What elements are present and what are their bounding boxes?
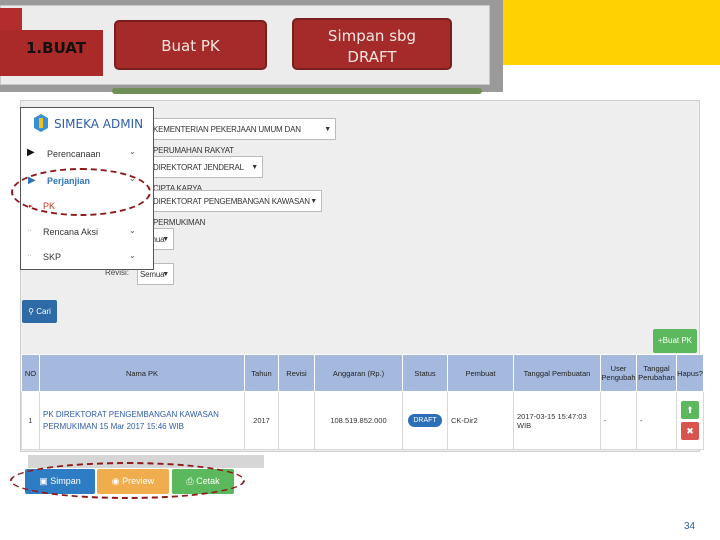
cari-button-label: Cari <box>36 307 51 316</box>
col-header-revisi: Revisi <box>278 354 315 392</box>
trash-icon[interactable]: ✖ <box>681 422 699 440</box>
step-label: 1.BUAT <box>0 30 103 76</box>
caret-down-icon: ▼ <box>251 164 258 171</box>
cell-tahun: 2017 <box>244 391 279 450</box>
cell-nama-pk: PK DIREKTORAT PENGEMBANGAN KAWASAN PERMU… <box>39 391 245 450</box>
caret-down-icon: ▼ <box>310 198 317 205</box>
buat-pk-button-label: Buat PK <box>662 336 693 345</box>
yellow-accent-box <box>503 0 720 65</box>
cell-actions: ⬆ ✖ <box>676 391 704 450</box>
cell-pembuat: CK-Dir2 <box>447 391 514 450</box>
chevron-down-icon: ⌄ <box>129 226 136 235</box>
highlight-oval-buttons <box>10 462 245 499</box>
col-header-tahun: Tahun <box>244 354 279 392</box>
cell-status: DRAFT <box>402 391 448 450</box>
cell-tanggal-perubahan: - <box>636 391 677 450</box>
caret-down-icon: ▼ <box>162 236 169 243</box>
submenu-dot-icon: ·· <box>27 227 32 234</box>
cell-anggaran: 108.519.852.000 <box>314 391 403 450</box>
app-title: SIMEKA ADMIN <box>54 117 144 131</box>
table-header-row: NO Nama PK Tahun Revisi Anggaran (Rp.) S… <box>21 354 704 392</box>
direktorat-select[interactable]: DIREKTORAT PENGEMBANGAN KAWASAN PERMUKIM… <box>150 190 322 227</box>
simpan-draft-line2: DRAFT <box>347 48 397 66</box>
step-label-text: 1.BUAT <box>26 39 86 57</box>
menu-arrow-icon: ▶ <box>27 147 35 158</box>
caret-down-icon: ▼ <box>162 271 169 278</box>
pk-table: NO Nama PK Tahun Revisi Anggaran (Rp.) S… <box>21 354 704 450</box>
chevron-down-icon: ⌄ <box>129 251 136 260</box>
sidebar-item-rencana-aksi[interactable]: Rencana Aksi <box>43 227 98 237</box>
cell-revisi <box>278 391 315 450</box>
table-row: 1 PK DIREKTORAT PENGEMBANGAN KAWASAN PER… <box>21 391 704 450</box>
col-header-hapus: Hapus? <box>676 354 704 392</box>
simeka-logo-icon <box>34 114 48 132</box>
green-strip <box>112 88 482 94</box>
col-header-status: Status <box>402 354 448 392</box>
status-badge: DRAFT <box>408 414 442 427</box>
direktorat-jenderal-select[interactable]: DIREKTORAT JENDERAL CIPTA KARYA ▼ <box>150 156 263 193</box>
col-header-pembuat: Pembuat <box>447 354 514 392</box>
col-header-nama-pk: Nama PK <box>39 354 245 392</box>
cell-tanggal-pembuatan: 2017-03-15 15:47:03 WIB <box>513 391 601 450</box>
upload-icon[interactable]: ⬆ <box>681 401 699 419</box>
col-header-tanggal-perubahan: Tanggal Perubahan <box>636 354 677 392</box>
sidebar-item-skp[interactable]: SKP <box>43 252 61 262</box>
submenu-dot-icon: ·· <box>27 252 32 259</box>
simpan-draft-step-button[interactable]: Simpan sbg DRAFT <box>292 18 452 70</box>
revisi-select-value: Semua <box>140 270 165 279</box>
cell-user-pengubah: - <box>600 391 637 450</box>
caret-down-icon: ▼ <box>324 126 331 133</box>
col-header-no: NO <box>21 354 40 392</box>
buat-pk-step-button[interactable]: Buat PK <box>114 20 267 70</box>
highlight-oval-perjanjian <box>11 168 151 216</box>
simpan-draft-line1: Simpan sbg <box>327 27 417 45</box>
col-header-anggaran: Anggaran (Rp.) <box>314 354 403 392</box>
sidebar-item-perencanaan[interactable]: Perencanaan <box>47 149 101 159</box>
cell-no: 1 <box>21 391 40 450</box>
col-header-user-pengubah: User Pengubah <box>600 354 637 392</box>
cari-button[interactable]: ⚲ Cari <box>22 300 57 323</box>
kementerian-select[interactable]: KEMENTERIAN PEKERJAAN UMUM DAN PERUMAHAN… <box>150 118 336 155</box>
buat-pk-button[interactable]: +Buat PK <box>653 329 697 353</box>
page-number: 34 <box>684 521 696 532</box>
search-icon: ⚲ <box>28 307 34 316</box>
chevron-down-icon: ⌄ <box>129 147 136 156</box>
pk-name-link[interactable]: PK DIREKTORAT PENGEMBANGAN KAWASAN PERMU… <box>43 410 219 431</box>
col-header-tanggal-pembuatan: Tanggal Pembuatan <box>513 354 601 392</box>
